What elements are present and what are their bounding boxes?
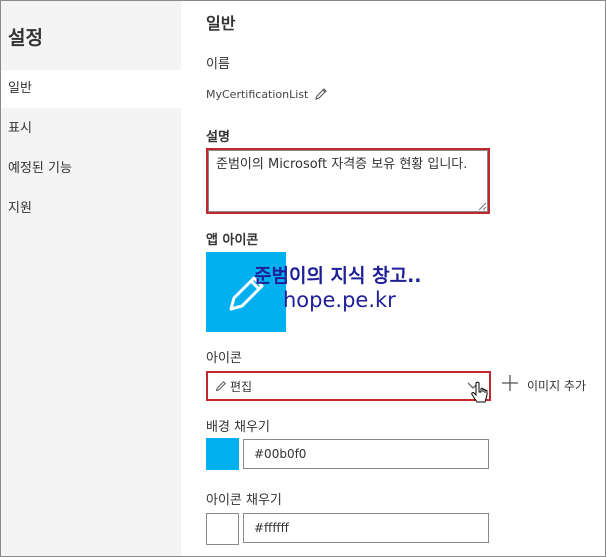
background-fill-label: 배경 채우기 (206, 420, 270, 435)
sidebar-item-label: 지원 (8, 201, 32, 216)
pencil-icon[interactable] (314, 86, 328, 105)
icon-fill-label: 아이콘 채우기 (206, 493, 282, 508)
add-image-button[interactable] (500, 373, 520, 397)
plus-icon (502, 375, 518, 391)
sidebar-item-general[interactable]: 일반 (1, 70, 181, 108)
sidebar-item-label: 일반 (8, 81, 32, 96)
background-color-swatch[interactable] (206, 438, 239, 470)
icon-dropdown[interactable]: 편집 (206, 371, 491, 401)
icon-color-swatch[interactable] (206, 513, 239, 545)
sidebar-item-label: 예정된 기능 (8, 161, 72, 176)
icon-label: 아이콘 (206, 351, 242, 366)
watermark-line2: hope.pe.kr (283, 288, 396, 312)
settings-sidebar: 설정 일반 표시 예정된 기능 지원 (1, 1, 181, 556)
page-title: 일반 (206, 14, 236, 33)
sidebar-item-upcoming-features[interactable]: 예정된 기능 (1, 150, 181, 188)
icon-color-input[interactable]: #ffffff (243, 513, 489, 543)
add-image-label[interactable]: 이미지 추가 (527, 377, 586, 394)
pencil-icon (215, 381, 226, 392)
icon-dropdown-value: 편집 (230, 380, 253, 394)
background-color-input[interactable]: #00b0f0 (243, 439, 489, 469)
sidebar-item-display[interactable]: 표시 (1, 110, 181, 148)
name-value: MyCertificationList (206, 88, 309, 101)
description-label: 설명 (206, 130, 230, 145)
name-label: 이름 (206, 57, 230, 72)
sidebar-item-support[interactable]: 지원 (1, 190, 181, 228)
app-icon-label: 앱 아이콘 (206, 233, 259, 248)
description-highlight (206, 148, 490, 214)
sidebar-title: 설정 (8, 27, 43, 49)
hand-cursor-icon (471, 381, 488, 403)
sidebar-item-label: 표시 (8, 121, 32, 136)
watermark-line1: 준범이의 지식 창고.. (254, 265, 422, 287)
